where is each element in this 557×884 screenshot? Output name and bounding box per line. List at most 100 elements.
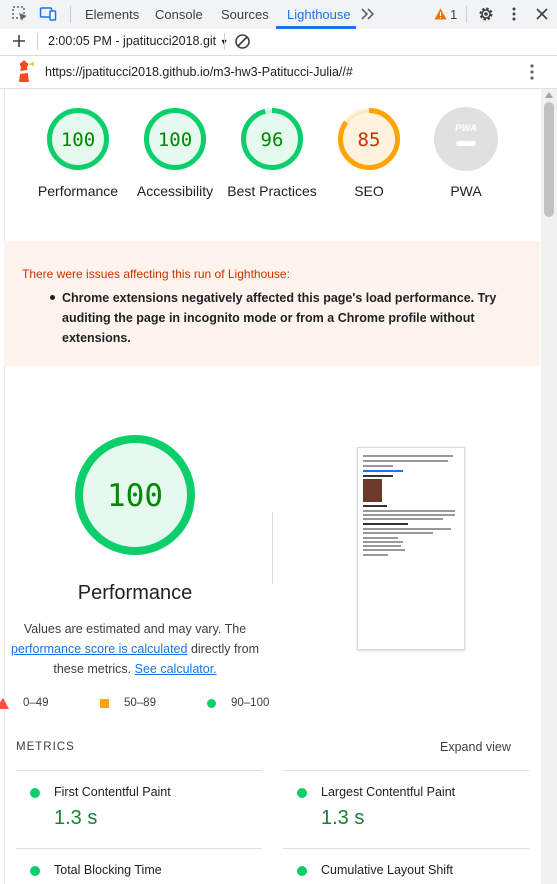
description-text-1: Values are estimated and may vary. The (23, 622, 247, 636)
see-calculator-link[interactable]: See calculator. (135, 662, 217, 676)
cumulative-layout-shift-title: Cumulative Layout Shift (321, 863, 454, 877)
thumb-photo (363, 479, 382, 502)
more-tabs-icon[interactable] (359, 5, 377, 23)
thumb-heading (363, 523, 408, 525)
seo-label: SEO (354, 183, 384, 199)
device-toolbar-icon[interactable] (39, 5, 57, 23)
largest-contentful-paint-value: 1.3 s (321, 807, 365, 829)
thumb-line (363, 510, 455, 512)
thumb-line (363, 532, 433, 534)
expand-view-button[interactable]: Expand view (440, 740, 511, 754)
metric-divider (16, 848, 262, 849)
gear-icon[interactable] (477, 5, 495, 23)
page-screenshot-thumbnail[interactable] (357, 447, 465, 650)
thumb-heading (363, 505, 387, 507)
total-blocking-time-title: Total Blocking Time (54, 863, 162, 877)
metric-divider (283, 848, 529, 849)
pwa-label: PWA (450, 183, 482, 199)
warning-title: There were issues affecting this run of … (22, 267, 290, 281)
thumb-line (363, 545, 401, 547)
pwa-logo-text: PWA (455, 123, 477, 134)
performance-score: 100 (61, 129, 95, 151)
close-icon[interactable] (533, 5, 551, 23)
warning-icon (434, 8, 447, 20)
pwa-badge-icon[interactable]: PWA (433, 106, 499, 172)
report-url-bar: https://jpatitucci2018.github.io/m3-hw3-… (0, 56, 557, 89)
devtools-tab-bar: Elements Console Sources Lighthouse 1 (0, 0, 557, 30)
performance-gauge[interactable]: 100 (45, 106, 111, 172)
lighthouse-toolbar: 2:00:05 PM - jpatitucci2018.git ▼ (0, 29, 557, 56)
content-border (4, 89, 5, 884)
metrics-header: METRICS (16, 741, 75, 753)
legend-pass-range: 90–100 (231, 697, 270, 709)
vertical-divider (272, 512, 273, 584)
inspect-element-icon[interactable] (11, 5, 29, 23)
toolbar-divider (224, 33, 225, 50)
performance-description: Values are estimated and may vary. The p… (0, 619, 270, 679)
metric-divider (16, 770, 262, 771)
issues-count[interactable]: 1 (450, 7, 457, 22)
average-square-icon (100, 699, 109, 708)
thumb-line (363, 537, 398, 539)
warning-bullet (50, 295, 55, 300)
thumb-line (363, 549, 405, 551)
legend-fail-range: 0–49 (23, 697, 49, 709)
scroll-up-icon[interactable] (545, 92, 553, 98)
toolbar-divider (37, 33, 38, 50)
report-content: 100 Performance 100 Accessibility 96 Best Pra… (0, 89, 541, 884)
pass-circle-icon (207, 699, 216, 708)
accessibility-label: Accessibility (136, 183, 214, 199)
metric-divider (283, 770, 529, 771)
performance-big-gauge: 100 (75, 435, 195, 555)
pass-circle-icon (297, 866, 307, 876)
fail-triangle-icon (0, 698, 9, 709)
thumb-line (363, 514, 455, 516)
pass-circle-icon (297, 788, 307, 798)
report-selector-label: 2:00:05 PM - jpatitucci2018.git (48, 34, 217, 48)
report-menu-icon[interactable] (524, 62, 540, 82)
more-options-icon[interactable] (505, 5, 523, 23)
largest-contentful-paint-title: Largest Contentful Paint (321, 785, 456, 799)
pass-circle-icon (30, 866, 40, 876)
legend-average-range: 50–89 (124, 697, 156, 709)
scrollbar-thumb[interactable] (544, 102, 554, 217)
performance-title: Performance (77, 582, 193, 604)
score-calculated-link[interactable]: performance score is calculated (11, 642, 187, 656)
first-contentful-paint-title: First Contentful Paint (54, 785, 171, 799)
accessibility-score: 100 (158, 129, 192, 151)
thumb-line (363, 541, 403, 543)
seo-score: 85 (358, 129, 381, 151)
best-practices-score: 96 (261, 129, 284, 151)
tab-lighthouse[interactable]: Lighthouse (287, 7, 351, 22)
lighthouse-logo-icon (19, 60, 34, 82)
clear-icon[interactable] (234, 33, 251, 50)
tab-divider (70, 6, 71, 23)
best-practices-gauge[interactable]: 96 (239, 106, 305, 172)
seo-gauge[interactable]: 85 (336, 106, 402, 172)
thumb-line (363, 455, 453, 457)
thumb-line (363, 465, 393, 467)
pass-circle-icon (30, 788, 40, 798)
pwa-dash (456, 141, 476, 146)
first-contentful-paint-value: 1.3 s (54, 807, 98, 829)
report-selector[interactable]: 2:00:05 PM - jpatitucci2018.git ▼ (48, 34, 229, 48)
performance-label: Performance (37, 183, 119, 199)
thumb-line (363, 460, 448, 462)
tab-elements[interactable]: Elements (85, 7, 139, 22)
warning-box: There were issues affecting this run of … (4, 241, 540, 366)
report-url: https://jpatitucci2018.github.io/m3-hw3-… (45, 65, 353, 79)
tab-sources[interactable]: Sources (221, 7, 269, 22)
thumb-heading (363, 475, 393, 477)
tab-divider (466, 6, 467, 23)
pwa-gauge-bg (434, 107, 498, 171)
thumb-line (363, 554, 388, 556)
thumb-link (363, 470, 403, 472)
thumb-line (363, 518, 443, 520)
tab-console[interactable]: Console (155, 7, 203, 22)
accessibility-gauge[interactable]: 100 (142, 106, 208, 172)
plus-icon[interactable] (11, 33, 27, 49)
best-practices-label: Best Practices (227, 183, 317, 199)
warning-item: Chrome extensions negatively affected th… (62, 291, 497, 345)
thumb-line (363, 528, 451, 530)
performance-big-score: 100 (107, 478, 163, 514)
